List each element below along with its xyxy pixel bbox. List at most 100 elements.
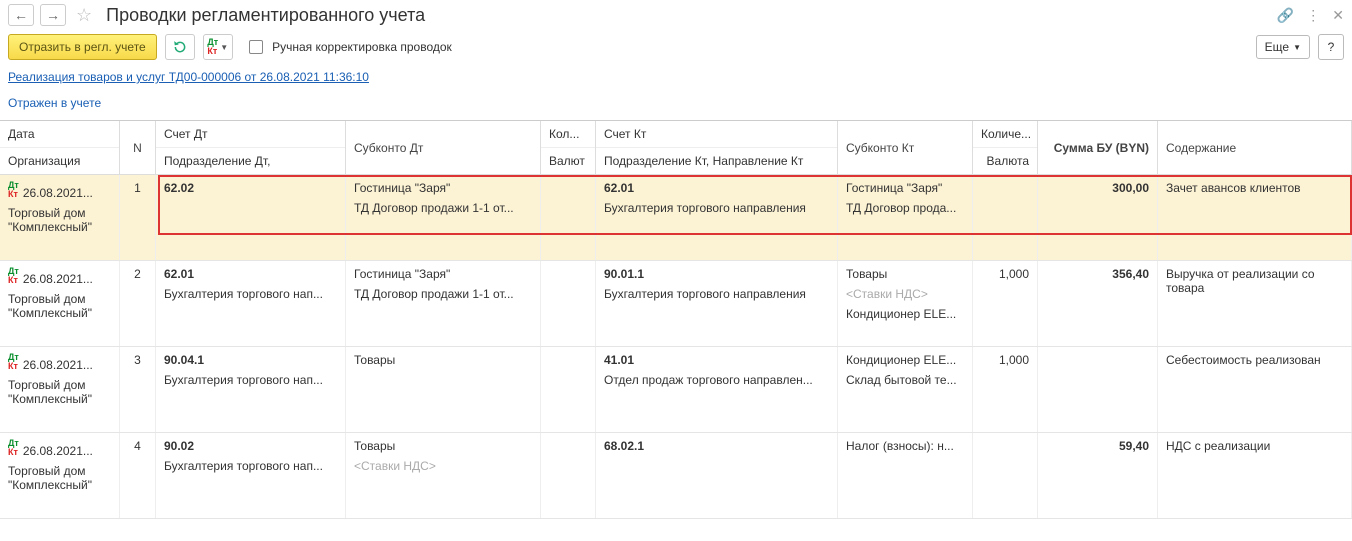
cell-sub-kt: Товары <Ставки НДС> Кондиционер ELE... (838, 261, 973, 346)
row-org: Торговый дом "Комплексный" (8, 292, 111, 320)
cell-sub-dt: Товары<Ставки НДС> (346, 433, 541, 518)
sub-dt-1: Гостиница "Заря" (354, 267, 532, 281)
table-row[interactable]: ДтКт26.08.2021...Торговый дом "Комплексн… (0, 261, 1352, 347)
row-date: 26.08.2021... (23, 272, 93, 286)
dept-kt: Бухгалтерия торгового направления (604, 287, 829, 301)
chevron-down-icon: ▼ (220, 43, 228, 52)
cell-n: 4 (120, 433, 156, 518)
nav-back-button[interactable]: ← (8, 4, 34, 26)
cell-sum: 356,40 (1038, 261, 1158, 346)
col-qty2[interactable]: Количе... (973, 121, 1037, 148)
cell-acc-kt: 41.01Отдел продаж торгового направлен... (596, 347, 838, 432)
acc-kt: 41.01 (604, 353, 829, 367)
sub-dt-2: ТД Договор продажи 1-1 от... (354, 287, 532, 301)
acc-kt: 62.01 (604, 181, 829, 195)
sub-kt-2: <Ставки НДС> (846, 287, 964, 301)
cell-qty2 (973, 433, 1038, 518)
table-header: Дата Организация N Счет Дт Подразделение… (0, 121, 1352, 175)
col-acc-kt[interactable]: Счет Кт (596, 121, 837, 148)
cell-acc-kt: 62.01Бухгалтерия торгового направления (596, 175, 838, 260)
cell-desc: Выручка от реализации со товара (1158, 261, 1352, 346)
col-sub-dt[interactable]: Субконто Дт (346, 121, 541, 174)
cell-sub-dt: Гостиница "Заря"ТД Договор продажи 1-1 о… (346, 175, 541, 260)
col-desc[interactable]: Содержание (1158, 121, 1352, 174)
col-acc-dt[interactable]: Счет Дт (156, 121, 345, 148)
col-org[interactable]: Организация (0, 148, 119, 174)
col-sub-kt[interactable]: Субконто Кт (838, 121, 973, 174)
refresh-icon (173, 40, 187, 54)
dept-dt: Бухгалтерия торгового нап... (164, 373, 337, 387)
cell-acc-dt: 62.02 (156, 175, 346, 260)
reflect-button[interactable]: Отразить в регл. учете (8, 34, 157, 60)
dtct-dropdown-button[interactable]: ДтКт ▼ (203, 34, 233, 60)
col-n[interactable]: N (120, 121, 156, 174)
cell-sub-dt: Товары (346, 347, 541, 432)
sub-kt-3: Кондиционер ELE... (846, 307, 964, 321)
sub-dt-2: <Ставки НДС> (354, 459, 532, 473)
sub-kt-1: Кондиционер ELE... (846, 353, 964, 367)
more-label: Еще (1265, 40, 1289, 54)
acc-dt: 62.01 (164, 267, 337, 281)
sub-kt-1: Товары (846, 267, 964, 281)
table-row[interactable]: ДтКт26.08.2021...Торговый дом "Комплексн… (0, 175, 1352, 261)
sub-kt-1: Налог (взносы): н... (846, 439, 964, 453)
cell-acc-dt: 90.04.1Бухгалтерия торгового нап... (156, 347, 346, 432)
sub-dt-2: ТД Договор продажи 1-1 от... (354, 201, 532, 215)
cell-qty2: 1,000 (973, 347, 1038, 432)
dept-dt: Бухгалтерия торгового нап... (164, 459, 337, 473)
cell-n: 3 (120, 347, 156, 432)
help-button[interactable]: ? (1318, 34, 1344, 60)
link-icon[interactable]: 🔗 (1277, 7, 1294, 24)
cell-date: ДтКт26.08.2021...Торговый дом "Комплексн… (0, 433, 120, 518)
manual-edit-label: Ручная корректировка проводок (272, 40, 452, 54)
col-dept-dt[interactable]: Подразделение Дт, (156, 148, 345, 174)
dtct-icon: ДтКт (207, 38, 218, 56)
sub-kt-2: ТД Договор прода... (846, 201, 964, 215)
close-icon[interactable]: ✕ (1332, 7, 1344, 24)
cell-qty-cur (541, 261, 596, 346)
titlebar: ← → ☆ Проводки регламентированного учета… (0, 0, 1352, 30)
table-row[interactable]: ДтКт26.08.2021...Торговый дом "Комплексн… (0, 433, 1352, 519)
col-currency[interactable]: Валют (541, 148, 595, 174)
cell-acc-dt: 90.02Бухгалтерия торгового нап... (156, 433, 346, 518)
favorite-icon[interactable]: ☆ (76, 5, 92, 26)
cell-date: ДтКт26.08.2021...Торговый дом "Комплексн… (0, 261, 120, 346)
cell-desc: НДС с реализации (1158, 433, 1352, 518)
document-link[interactable]: Реализация товаров и услуг ТД00-000006 о… (8, 70, 369, 84)
col-dept-kt[interactable]: Подразделение Кт, Направление Кт (596, 148, 837, 174)
chevron-down-icon: ▼ (1293, 43, 1301, 52)
row-org: Торговый дом "Комплексный" (8, 464, 111, 492)
cell-sum: 300,00 (1038, 175, 1158, 260)
refresh-button[interactable] (165, 34, 195, 60)
cell-sub-dt: Гостиница "Заря" ТД Договор продажи 1-1 о… (346, 261, 541, 346)
cell-n: 2 (120, 261, 156, 346)
toolbar: Отразить в регл. учете ДтКт ▼ Ручная кор… (0, 30, 1352, 64)
dtct-icon: ДтКт (8, 353, 19, 371)
col-currency2[interactable]: Валюта (973, 148, 1037, 174)
cell-n: 1 (120, 175, 156, 260)
row-date: 26.08.2021... (23, 444, 93, 458)
more-button[interactable]: Еще ▼ (1256, 35, 1310, 59)
cell-qty2: 1,000 (973, 261, 1038, 346)
cell-acc-dt: 62.01Бухгалтерия торгового нап... (156, 261, 346, 346)
acc-kt: 68.02.1 (604, 439, 829, 453)
cell-acc-kt: 68.02.1 (596, 433, 838, 518)
acc-dt: 62.02 (164, 181, 337, 195)
status-text: Отражен в учете (0, 90, 1352, 120)
col-sum[interactable]: Сумма БУ (BYN) (1038, 121, 1158, 174)
nav-forward-button[interactable]: → (40, 4, 66, 26)
col-date[interactable]: Дата (0, 121, 119, 148)
cell-date: ДтКт26.08.2021...Торговый дом "Комплексн… (0, 347, 120, 432)
acc-kt: 90.01.1 (604, 267, 829, 281)
table-row[interactable]: ДтКт26.08.2021...Торговый дом "Комплексн… (0, 347, 1352, 433)
manual-edit-checkbox[interactable] (249, 40, 263, 54)
cell-sum: 59,40 (1038, 433, 1158, 518)
dtct-icon: ДтКт (8, 181, 19, 199)
kebab-icon[interactable]: ⋮ (1306, 7, 1320, 24)
cell-desc: Зачет авансов клиентов (1158, 175, 1352, 260)
cell-qty-cur (541, 433, 596, 518)
col-qty[interactable]: Кол... (541, 121, 595, 148)
cell-qty-cur (541, 175, 596, 260)
cell-qty-cur (541, 347, 596, 432)
entries-table: Дата Организация N Счет Дт Подразделение… (0, 120, 1352, 519)
